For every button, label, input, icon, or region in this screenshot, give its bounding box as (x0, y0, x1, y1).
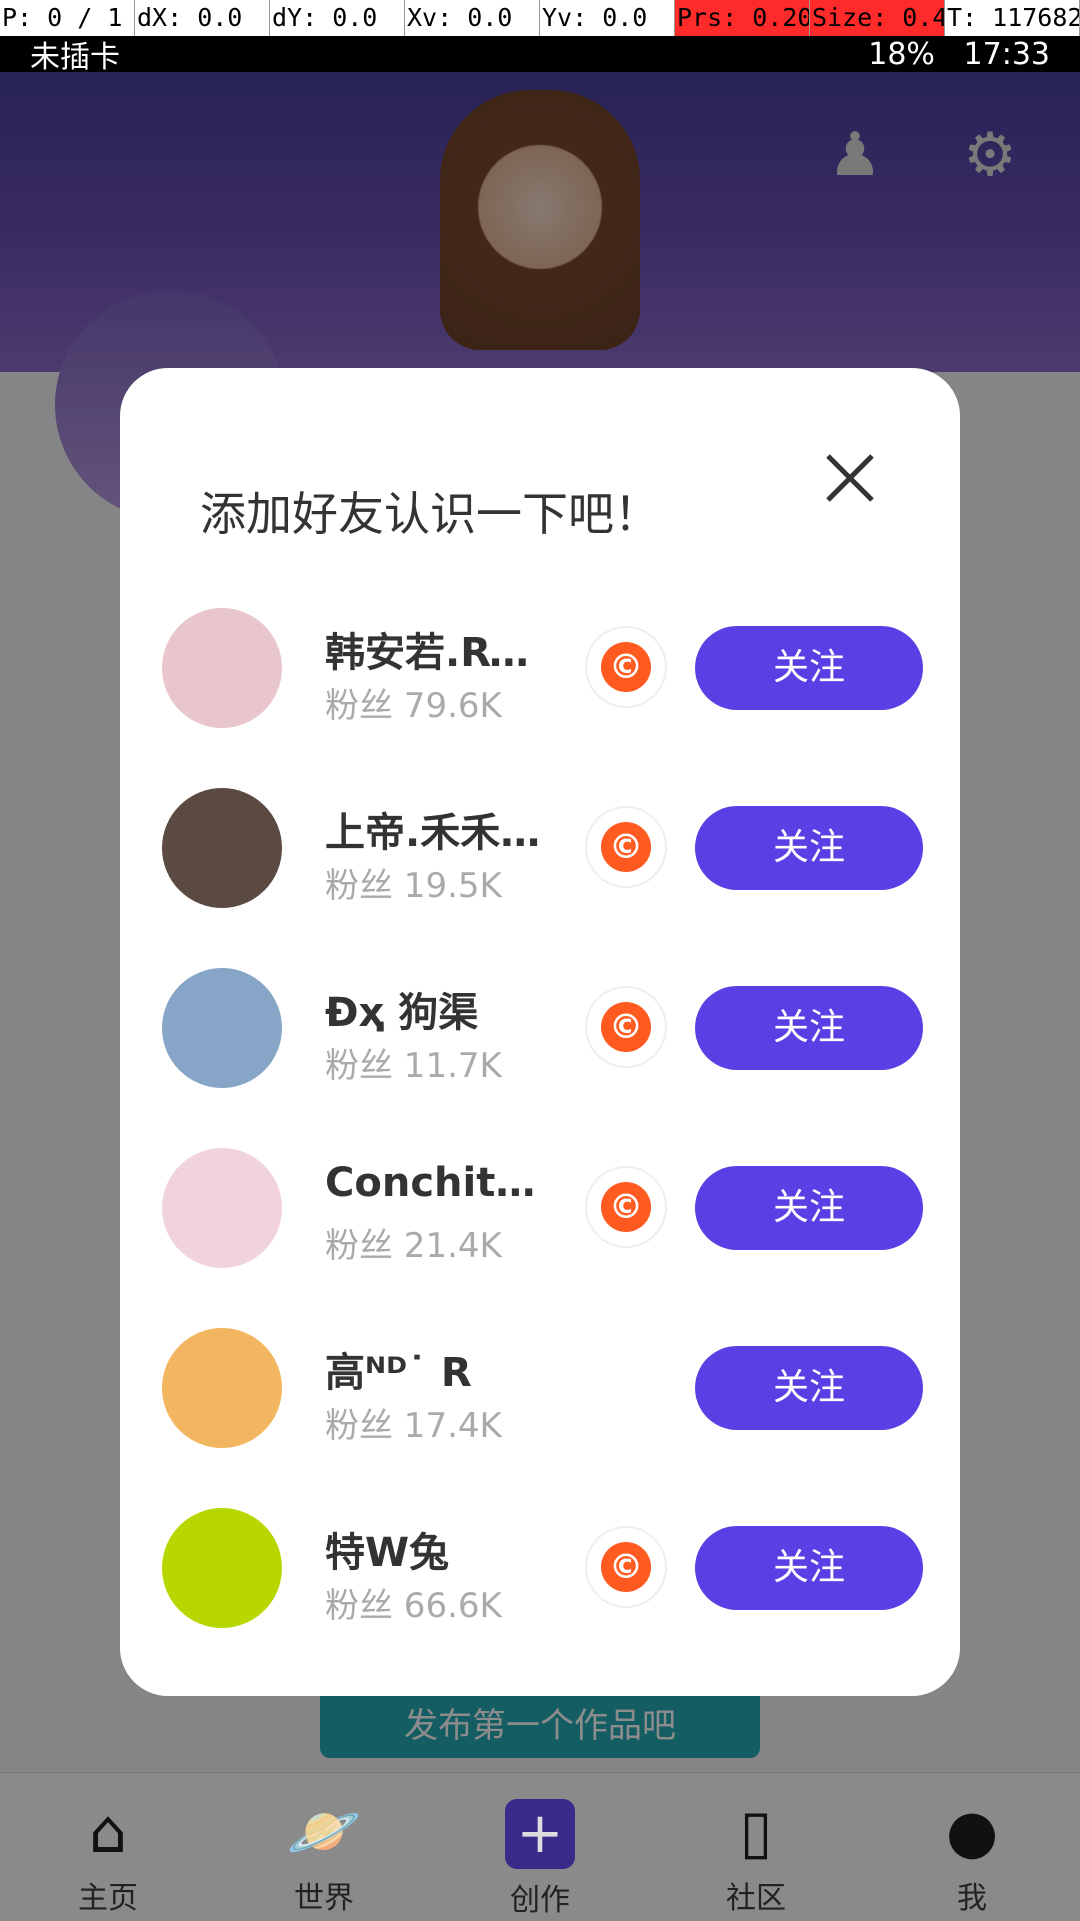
follow-button[interactable]: 关注 (695, 626, 923, 710)
creator-badge-icon: © (585, 986, 667, 1068)
home-icon: ⌂ (88, 1797, 128, 1867)
copyright-icon: © (601, 1542, 651, 1592)
user-row: Ðҳ 狗渠粉丝 11.7K © 关注 (120, 968, 960, 1088)
creator-badge-icon: © (585, 806, 667, 888)
follow-button[interactable]: 关注 (695, 1166, 923, 1250)
debug-prs: Prs: 0.20 (675, 0, 810, 36)
nav-world[interactable]: 🪐 世界 (216, 1773, 432, 1917)
touch-debug-overlay: P: 0 / 1 dX: 0.0 dY: 0.0 Xv: 0.0 Yv: 0.0… (0, 0, 1080, 36)
debug-dy: dY: 0.0 (270, 0, 405, 36)
creator-badge-icon: © (585, 1166, 667, 1248)
nav-create[interactable]: + 创作 (432, 1773, 648, 1919)
debug-size: Size: 0.40 (810, 0, 945, 36)
user-fans-count: 粉丝 11.7K (325, 1046, 502, 1086)
follow-button[interactable]: 关注 (695, 806, 923, 890)
carrier-label: 未插卡 (30, 40, 120, 75)
user-avatar[interactable] (162, 1328, 282, 1448)
user-avatar[interactable] (162, 788, 282, 908)
user-row: 特W兔粉丝 66.6K © 关注 (120, 1508, 960, 1628)
debug-yv: Yv: 0.0 (540, 0, 675, 36)
follow-button[interactable]: 关注 (695, 986, 923, 1070)
user-name: 特W兔 (325, 1530, 450, 1576)
nav-world-label: 世界 (294, 1881, 354, 1916)
user-fans-count: 粉丝 19.5K (325, 866, 502, 906)
nav-me[interactable]: ● 我 (864, 1773, 1080, 1917)
nav-create-label: 创作 (510, 1883, 570, 1918)
user-fans-count: 粉丝 17.4K (325, 1406, 502, 1446)
user-row: 韩安若.RY… 粉丝 79.6K © 关注 (120, 608, 960, 728)
user-fans-count: 粉丝 21.4K (325, 1226, 502, 1266)
user-fans-count: 粉丝 66.6K (325, 1586, 502, 1626)
battery-level: 18% (868, 36, 935, 72)
user-name: Conchita… (325, 1160, 555, 1206)
debug-xv: Xv: 0.0 (405, 0, 540, 36)
follow-button[interactable]: 关注 (695, 1346, 923, 1430)
user-name: Ðҳ 狗渠 (325, 990, 479, 1036)
nav-home-label: 主页 (78, 1881, 138, 1916)
user-row: 上帝.禾禾… 粉丝 19.5K © 关注 (120, 788, 960, 908)
user-name: 韩安若.RY… (325, 630, 555, 676)
user-fans-count: 粉丝 79.6K (325, 686, 502, 726)
copyright-icon: © (601, 1002, 651, 1052)
nav-community-label: 社区 (726, 1881, 786, 1916)
user-name: 上帝.禾禾… (325, 810, 541, 856)
add-friends-dialog: 添加好友认识一下吧！ 韩安若.RY… 粉丝 79.6K © 关注 上帝.禾禾… 粉丝 19… (120, 368, 960, 1696)
creator-badge-icon: © (585, 626, 667, 708)
user-name: 高ᴺᴰ˙ R (325, 1350, 472, 1396)
user-avatar[interactable] (162, 968, 282, 1088)
nav-home[interactable]: ⌂ 主页 (0, 1773, 216, 1917)
person-icon: ● (945, 1797, 999, 1867)
bottom-navigation: ⌂ 主页 🪐 世界 + 创作 ▯ 社区 ● 我 (0, 1772, 1080, 1921)
follow-button[interactable]: 关注 (695, 1526, 923, 1610)
nav-community[interactable]: ▯ 社区 (648, 1773, 864, 1917)
user-avatar[interactable] (162, 608, 282, 728)
clock: 17:33 (963, 36, 1050, 72)
user-row: Conchita… 粉丝 21.4K © 关注 (120, 1148, 960, 1268)
user-avatar[interactable] (162, 1148, 282, 1268)
debug-dx: dX: 0.0 (135, 0, 270, 36)
user-avatar[interactable] (162, 1508, 282, 1628)
copyright-icon: © (601, 1182, 651, 1232)
dialog-title: 添加好友认识一下吧！ (200, 487, 660, 541)
copyright-icon: © (601, 822, 651, 872)
close-icon[interactable] (820, 448, 880, 508)
cards-icon: ▯ (739, 1797, 773, 1867)
debug-pointer: P: 0 / 1 (0, 0, 135, 36)
nav-me-label: 我 (957, 1881, 987, 1916)
copyright-icon: © (601, 642, 651, 692)
user-row: 高ᴺᴰ˙ R 粉丝 17.4K 关注 (120, 1328, 960, 1448)
status-right: 18% 17:33 (868, 37, 1050, 72)
planet-icon: 🪐 (286, 1797, 362, 1867)
debug-time: T: 117682 (945, 0, 1080, 36)
creator-badge-icon: © (585, 1526, 667, 1608)
status-bar: 未插卡 18% 17:33 (0, 36, 1080, 75)
plus-icon: + (505, 1799, 575, 1869)
